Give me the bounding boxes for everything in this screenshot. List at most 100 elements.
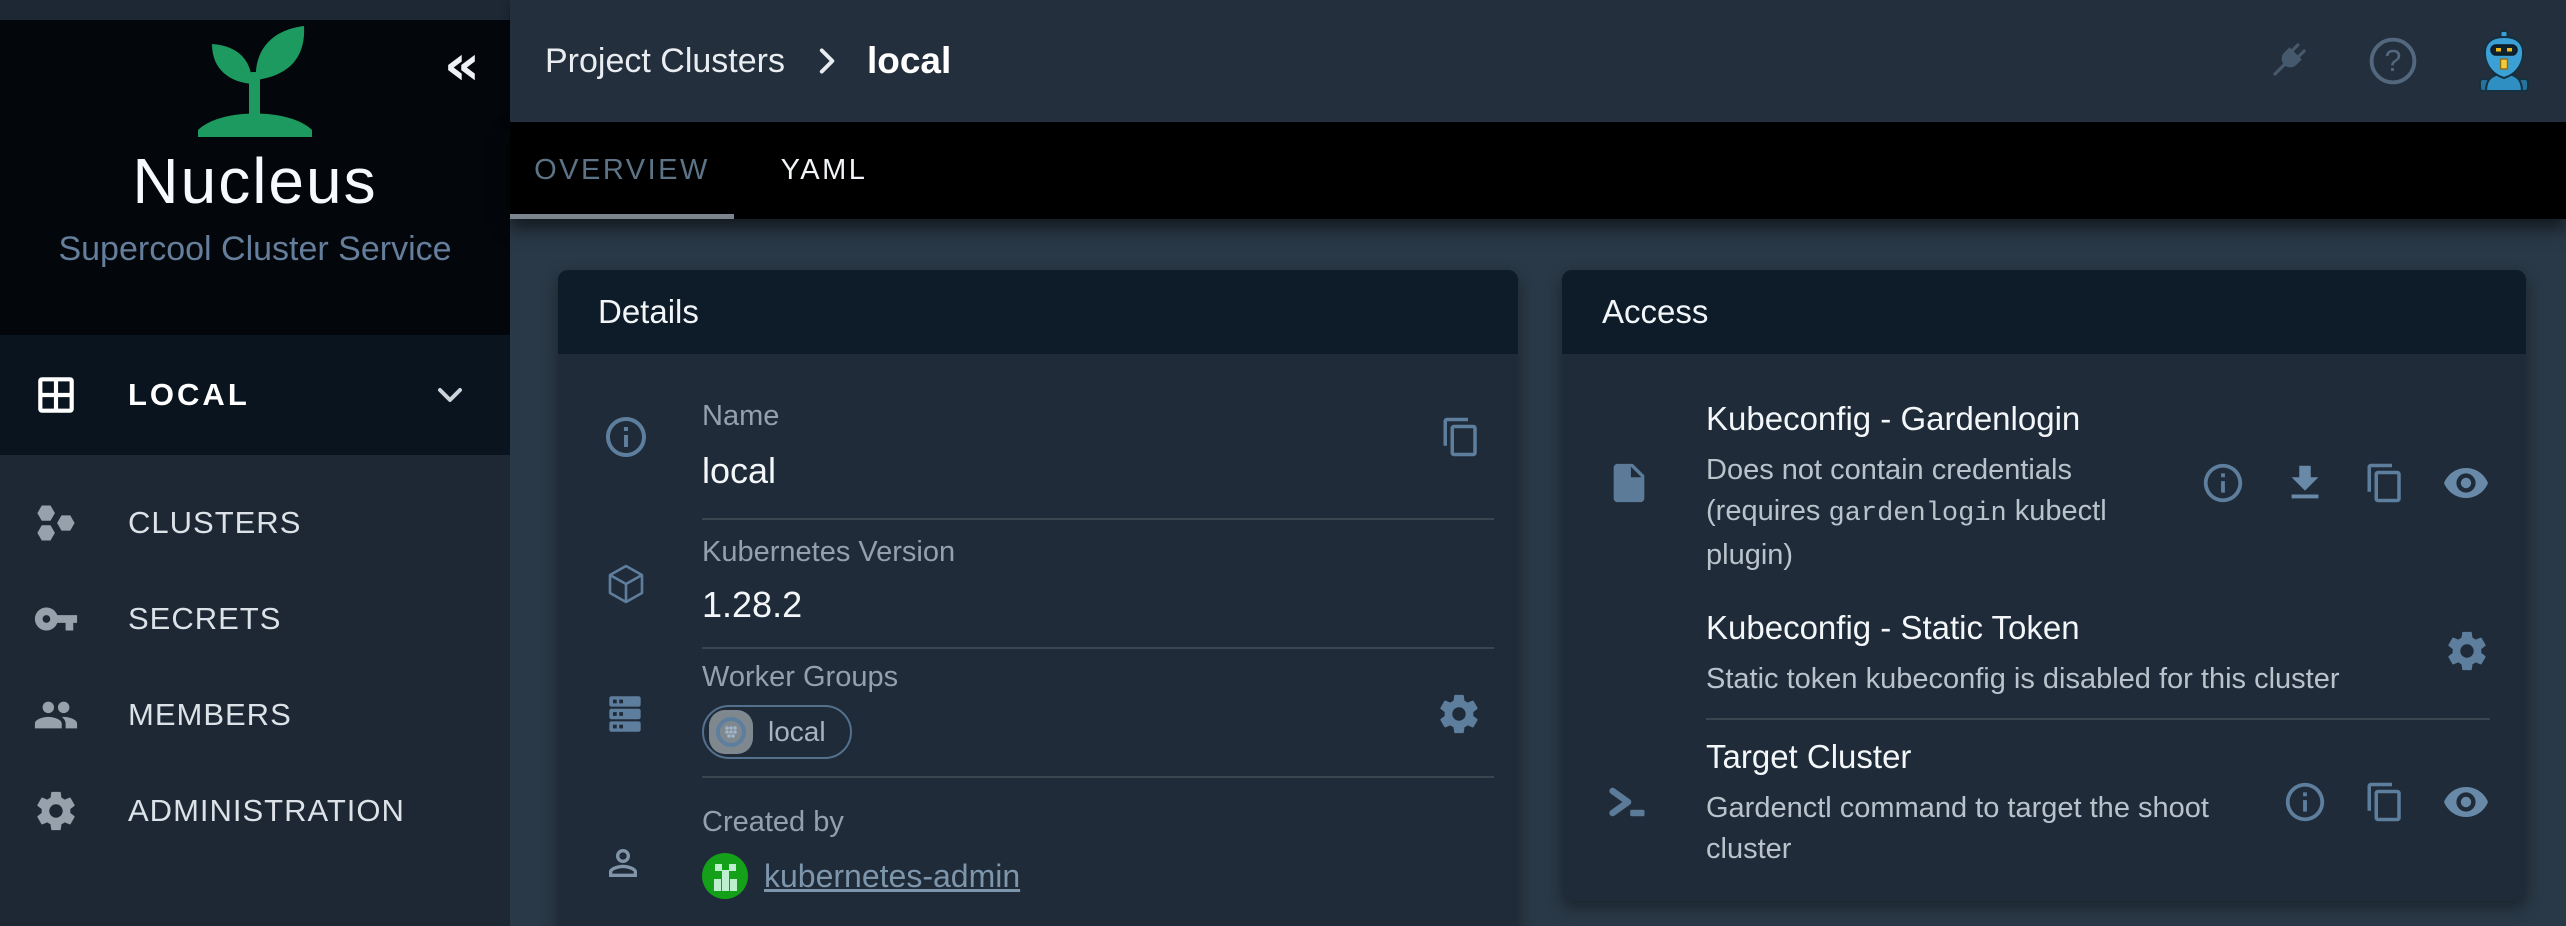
tab-yaml[interactable]: YAML	[734, 122, 914, 219]
tab-yaml-label: YAML	[781, 154, 868, 187]
target-cluster-view-button[interactable]	[2442, 778, 2490, 826]
eye-icon	[2442, 778, 2490, 826]
topbar: Project Clusters local	[510, 0, 2566, 122]
access-card: Access Kubeconfig - Gardenlogin Does not…	[1562, 270, 2526, 901]
gardenlogin-download-button[interactable]	[2282, 460, 2328, 506]
access-row-target-cluster: Target Cluster Gardenctl command to targ…	[1562, 720, 2526, 901]
eye-icon	[2442, 459, 2490, 507]
sidebar-item-label: SECRETS	[128, 601, 281, 637]
server-stack-icon	[602, 691, 648, 737]
sidebar: « Nucleus Supercool Cluster Service LOCA…	[0, 0, 510, 926]
gear-icon	[2444, 628, 2490, 674]
info-icon	[2282, 779, 2328, 825]
gardenlogin-info-button[interactable]	[2200, 460, 2246, 506]
sidebar-item-label: ADMINISTRATION	[128, 793, 405, 829]
user-identicon	[702, 853, 748, 899]
access-card-title: Access	[1602, 293, 1708, 331]
person-icon	[602, 842, 644, 884]
sidebar-item-label: MEMBERS	[128, 697, 292, 733]
details-card: Details Name local	[558, 270, 1518, 926]
gardenlogin-description: Does not contain credentials (requires g…	[1706, 450, 2176, 576]
detail-row-created-by: Created by	[558, 778, 1518, 926]
target-cluster-copy-button[interactable]	[2364, 781, 2406, 823]
created-by-user-link[interactable]: kubernetes-admin	[764, 858, 1020, 895]
main-area: Project Clusters local	[510, 0, 2566, 926]
gardenlogin-actions	[2200, 459, 2490, 507]
tab-overview-label: OVERVIEW	[534, 154, 710, 187]
app-window: « Nucleus Supercool Cluster Service LOCA…	[0, 0, 2566, 926]
access-row-gardenlogin: Kubeconfig - Gardenlogin Does not contai…	[1562, 354, 2526, 583]
k8s-version-label: Kubernetes Version	[702, 536, 1518, 569]
details-card-header: Details	[558, 270, 1518, 354]
access-row-static-token: Kubeconfig - Static Token Static token k…	[1562, 583, 2526, 720]
grid-icon	[33, 372, 79, 418]
sidebar-item-members[interactable]: MEMBERS	[0, 667, 510, 763]
target-cluster-info-button[interactable]	[2282, 779, 2328, 825]
details-card-title: Details	[598, 293, 699, 331]
copy-name-button[interactable]	[1440, 416, 1482, 458]
copy-icon	[2364, 781, 2406, 823]
breadcrumb-current: local	[867, 40, 951, 82]
connection-plug-button[interactable]	[2262, 35, 2314, 87]
detail-row-name: Name local	[558, 354, 1518, 520]
help-icon: ?	[2366, 34, 2420, 88]
name-value: local	[702, 450, 1518, 492]
page-content: Details Name local	[510, 219, 2566, 926]
detail-row-k8s-version: Kubernetes Version 1.28.2	[558, 520, 1518, 649]
detail-row-worker-groups: Worker Groups local	[558, 649, 1518, 778]
target-cluster-description: Gardenctl command to target the shoot cl…	[1706, 788, 2266, 870]
worker-groups-settings-button[interactable]	[1436, 691, 1482, 737]
worker-group-chip[interactable]: local	[702, 705, 852, 759]
gear-icon	[1436, 691, 1482, 737]
app-title: Nucleus	[0, 144, 510, 218]
app-tagline: Supercool Cluster Service	[0, 230, 510, 269]
robot-avatar	[2472, 29, 2536, 93]
gardenlogin-view-button[interactable]	[2442, 459, 2490, 507]
created-by-label: Created by	[702, 806, 1518, 839]
sidebar-collapse-button[interactable]: «	[444, 38, 480, 94]
chevron-right-icon	[809, 44, 843, 78]
svg-text:?: ?	[2385, 45, 2402, 78]
access-card-header: Access	[1562, 270, 2526, 354]
breadcrumb-project[interactable]: Project Clusters	[545, 42, 785, 81]
download-icon	[2282, 460, 2328, 506]
target-cluster-actions	[2282, 778, 2490, 826]
key-icon	[33, 596, 79, 642]
sidebar-item-clusters[interactable]: CLUSTERS	[0, 475, 510, 571]
logo-block: « Nucleus Supercool Cluster Service	[0, 20, 510, 335]
cube-icon	[602, 561, 650, 609]
terminal-icon	[1606, 780, 1650, 824]
sidebar-item-label: CLUSTERS	[128, 505, 301, 541]
clusters-icon	[33, 500, 79, 546]
static-token-settings-button[interactable]	[2444, 628, 2490, 674]
target-cluster-title: Target Cluster	[1706, 738, 2526, 776]
project-selector[interactable]: LOCAL	[0, 335, 510, 455]
sidebar-item-secrets[interactable]: SECRETS	[0, 571, 510, 667]
static-token-description: Static token kubeconfig is disabled for …	[1706, 659, 2426, 700]
gardenlogin-title: Kubeconfig - Gardenlogin	[1706, 400, 2526, 438]
inline-code: gardenlogin	[1829, 499, 2007, 529]
plug-icon	[2262, 35, 2314, 87]
info-circle-icon	[602, 413, 650, 461]
sidebar-nav: CLUSTERS SECRETS MEMBERS ADMINISTRATION	[0, 455, 510, 859]
gardenlogin-copy-button[interactable]	[2364, 462, 2406, 504]
sidebar-item-administration[interactable]: ADMINISTRATION	[0, 763, 510, 859]
worker-group-avatar	[708, 709, 754, 755]
seedling-logo-icon	[190, 20, 320, 140]
file-icon	[1606, 460, 1652, 506]
worker-group-chip-label: local	[768, 716, 826, 748]
k8s-version-value: 1.28.2	[702, 584, 1518, 626]
tab-bar: OVERVIEW YAML	[510, 122, 2566, 219]
active-tab-indicator	[510, 214, 734, 219]
chevron-down-icon	[428, 373, 472, 417]
topbar-actions: ?	[2262, 0, 2536, 122]
copy-icon	[2364, 462, 2406, 504]
name-label: Name	[702, 400, 1518, 433]
copy-icon	[1440, 416, 1482, 458]
help-button[interactable]: ?	[2366, 34, 2420, 88]
user-avatar-button[interactable]	[2472, 29, 2536, 93]
info-icon	[2200, 460, 2246, 506]
gear-icon	[33, 788, 79, 834]
tab-overview[interactable]: OVERVIEW	[510, 122, 734, 219]
static-token-actions	[2444, 628, 2490, 674]
